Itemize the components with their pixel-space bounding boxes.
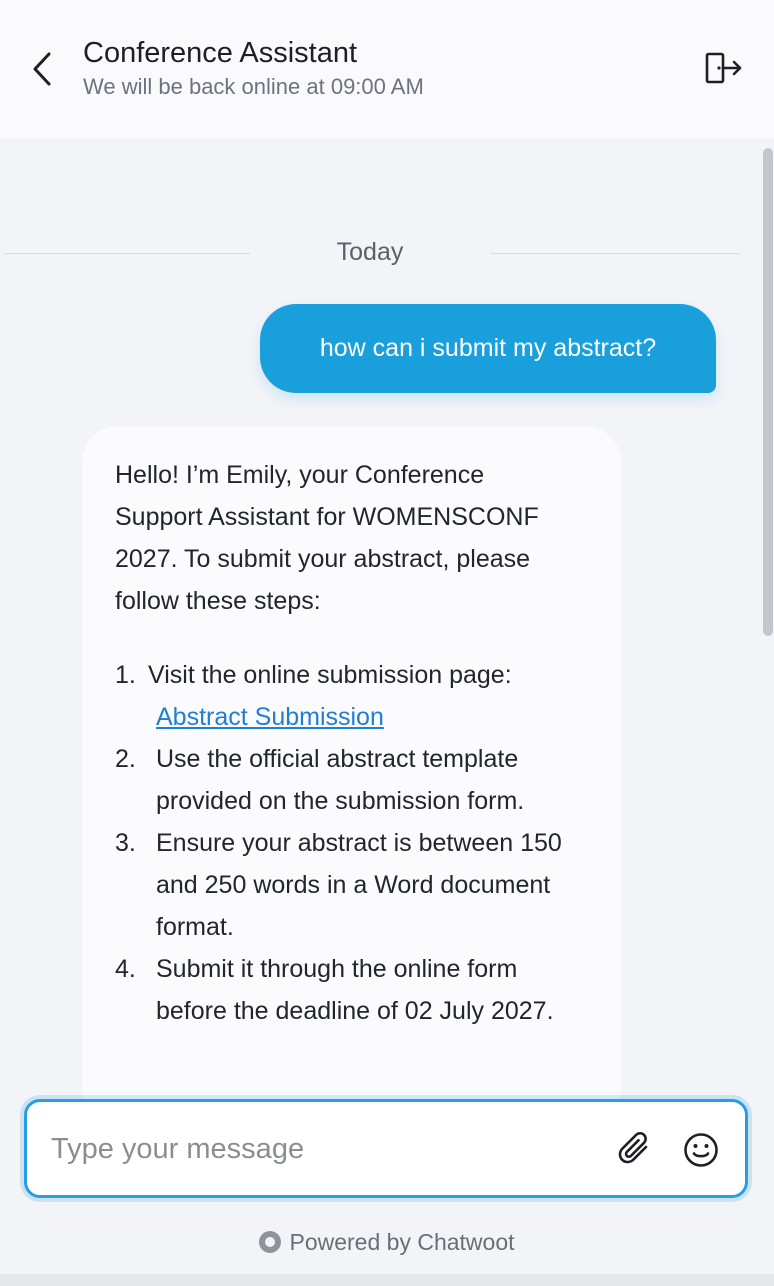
header-title: Conference Assistant [83,37,358,69]
abstract-submission-link[interactable]: Abstract Submission [156,703,384,731]
user-message-bubble: how can i submit my abstract? [260,304,716,393]
attach-file-button[interactable] [615,1130,655,1170]
step-number: 3. [115,829,136,857]
header-text: Conference Assistant We will be back onl… [83,36,424,100]
availability-status: We will be back online at 09:00 AM [83,74,424,99]
branding-footer[interactable]: Powered by Chatwoot [0,1222,774,1262]
date-divider: Today [4,236,740,272]
step-text: Ensure your abstract is between 150 and … [156,829,562,941]
back-button[interactable] [22,46,62,92]
divider-line [4,253,250,254]
message-input[interactable] [51,1126,591,1172]
step-number: 4. [115,955,136,983]
chatwoot-logo-icon [259,1231,282,1253]
message-composer [24,1099,748,1198]
powered-by-text: Powered by Chatwoot [289,1228,515,1255]
step-text: Submit it through the online form before… [156,955,554,1025]
step-number: 1. [115,661,136,689]
bot-message-intro: Hello! I’m Emily, your Conference Suppor… [115,461,539,615]
scrollbar-thumb[interactable] [763,148,773,636]
list-item: 4. Submit it through the online form bef… [115,948,595,1032]
bot-message-bubble: Hello! I’m Emily, your Conference Suppor… [82,426,621,1146]
chat-widget: Conference Assistant We will be back onl… [0,0,774,1286]
date-divider-label: Today [336,238,404,266]
smiley-icon [684,1133,718,1167]
step-text: Visit the online submission page: [148,661,512,689]
chevron-left-icon [33,52,51,86]
step-text: Use the official abstract template provi… [156,745,525,815]
end-conversation-button[interactable] [702,48,746,88]
exit-door-icon [705,52,742,84]
steps-list: 1. Visit the online submission page: Abs… [115,654,595,1032]
divider-line [490,253,740,254]
list-item: 1. Visit the online submission page: Abs… [115,654,595,738]
paperclip-icon [618,1131,648,1164]
emoji-picker-button[interactable] [681,1130,721,1170]
bottom-bar [0,1274,774,1286]
list-item: 3. Ensure your abstract is between 150 a… [115,822,595,948]
chat-header: Conference Assistant We will be back onl… [0,0,774,138]
list-item: 2. Use the official abstract template pr… [115,738,595,822]
step-number: 2. [115,745,136,773]
